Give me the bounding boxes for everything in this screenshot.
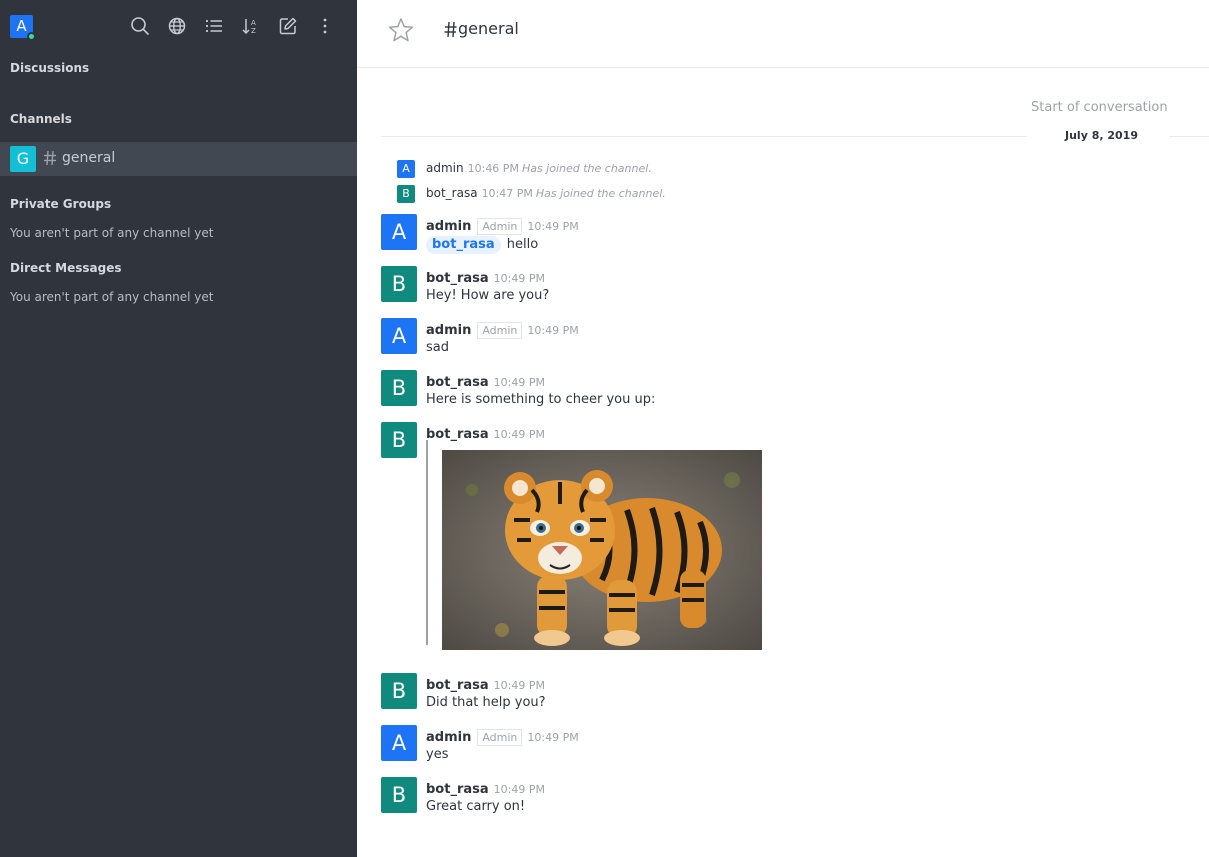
direct-messages-title: Direct Messages — [10, 261, 122, 275]
avatar[interactable]: B — [381, 673, 417, 709]
message-username[interactable]: bot_rasa — [426, 271, 489, 286]
start-of-conversation: Start of conversation — [1031, 100, 1168, 115]
date-divider-label: July 8, 2019 — [1065, 129, 1138, 142]
avatar[interactable]: B — [381, 777, 417, 813]
sidebar-item-label: general — [62, 150, 116, 166]
avatar[interactable]: A — [381, 214, 417, 250]
sidebar-item-general[interactable]: G general — [0, 142, 357, 176]
avatar[interactable]: B — [381, 370, 417, 406]
avatar[interactable]: A — [381, 725, 417, 761]
system-message-text: Has joined the channel. — [521, 162, 652, 175]
message-time: 10:49 PM — [527, 220, 579, 233]
message-time: 10:49 PM — [493, 272, 545, 285]
message-username[interactable]: bot_rasa — [426, 782, 489, 797]
message-username[interactable]: admin — [426, 323, 471, 338]
user-mention[interactable]: bot_rasa — [426, 236, 501, 254]
message-time: 10:49 PM — [527, 731, 579, 744]
discussions-title[interactable]: Discussions — [10, 61, 89, 75]
message-text: yes — [426, 747, 449, 762]
private-groups-empty: You aren't part of any channel yet — [10, 226, 214, 240]
message-username[interactable]: admin — [426, 219, 471, 234]
room-title[interactable]: general — [458, 19, 519, 38]
main-content: general Start of conversation July 8, 20… — [357, 0, 1209, 857]
user-avatar-letter: A — [16, 17, 27, 35]
tiger-cub-image[interactable] — [442, 450, 762, 650]
message-time: 10:46 PM — [467, 162, 519, 175]
message-time: 10:47 PM — [481, 187, 533, 200]
hashtag-icon — [43, 150, 57, 166]
svg-text:A: A — [251, 19, 256, 27]
message-username[interactable]: bot_rasa — [426, 186, 478, 200]
sort-icon[interactable]: AZ — [241, 16, 261, 36]
favorite-star-icon[interactable] — [388, 17, 414, 43]
message-text: Did that help you? — [426, 695, 546, 710]
message-text: sad — [426, 340, 449, 355]
sidebar: A AZ Discussions Channels G general Priv… — [0, 0, 357, 857]
message-time: 10:49 PM — [527, 324, 579, 337]
kebab-menu-icon[interactable] — [315, 16, 335, 36]
role-badge: Admin — [477, 322, 523, 339]
date-divider-line — [1169, 136, 1209, 137]
message-text: Here is something to cheer you up: — [426, 392, 656, 407]
create-new-icon[interactable] — [278, 16, 298, 36]
room-header: general — [357, 0, 1209, 68]
role-badge: Admin — [477, 218, 523, 235]
message-time: 10:49 PM — [493, 679, 545, 692]
search-icon[interactable] — [130, 16, 150, 36]
avatar[interactable]: A — [381, 318, 417, 354]
avatar[interactable]: A — [397, 160, 415, 178]
date-divider-line — [381, 136, 1027, 137]
direct-messages-empty: You aren't part of any channel yet — [10, 290, 214, 304]
image-attachment — [426, 440, 766, 650]
online-status-dot — [27, 32, 36, 41]
message-username[interactable]: bot_rasa — [426, 678, 489, 693]
avatar[interactable]: B — [397, 185, 415, 203]
directory-icon[interactable] — [167, 16, 187, 36]
avatar[interactable]: B — [381, 422, 417, 458]
message-username[interactable]: admin — [426, 161, 464, 175]
message-username[interactable]: admin — [426, 730, 471, 745]
user-avatar[interactable]: A — [10, 15, 36, 41]
role-badge: Admin — [477, 729, 523, 746]
channel-avatar: G — [10, 146, 36, 172]
private-groups-title: Private Groups — [10, 197, 112, 211]
message-time: 10:49 PM — [493, 376, 545, 389]
sidebar-header: A AZ — [0, 0, 357, 52]
message-text: Great carry on! — [426, 799, 526, 814]
hashtag-icon — [444, 21, 457, 38]
view-mode-icon[interactable] — [204, 16, 224, 36]
system-message-text: Has joined the channel. — [535, 187, 666, 200]
message-time: 10:49 PM — [493, 783, 545, 796]
message-text: Hey! How are you? — [426, 288, 550, 303]
message-username[interactable]: bot_rasa — [426, 375, 489, 390]
message-text: hello — [506, 237, 539, 252]
svg-text:Z: Z — [251, 27, 256, 35]
channels-title[interactable]: Channels — [10, 112, 72, 126]
avatar[interactable]: B — [381, 266, 417, 302]
